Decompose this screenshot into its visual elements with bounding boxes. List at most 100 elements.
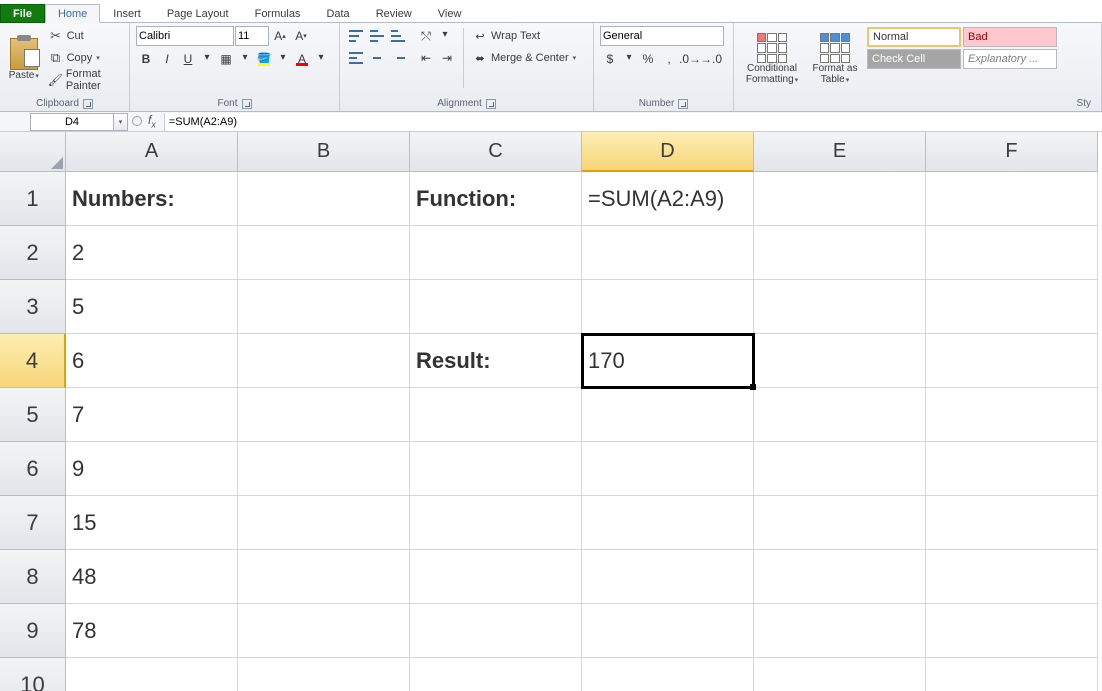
cell-A8[interactable]: 48 [66,550,238,604]
increase-indent-button[interactable]: ⇥ [437,48,457,68]
style-bad[interactable]: Bad [963,27,1057,47]
tab-insert[interactable]: Insert [100,4,154,23]
cell-D6[interactable] [582,442,754,496]
align-middle-button[interactable] [367,26,387,46]
style-explanatory[interactable]: Explanatory ... [963,49,1057,69]
bold-button[interactable]: B [136,49,156,69]
cell-C1[interactable]: Function: [410,172,582,226]
style-check-cell[interactable]: Check Cell [867,49,961,69]
tab-formulas[interactable]: Formulas [242,4,314,23]
name-box[interactable] [30,113,114,131]
cell-D7[interactable] [582,496,754,550]
cell-E9[interactable] [754,604,926,658]
row-header-4[interactable]: 4 [0,334,66,388]
cell-C8[interactable] [410,550,582,604]
cell-A7[interactable]: 15 [66,496,238,550]
cell-D3[interactable] [582,280,754,334]
align-bottom-button[interactable] [388,26,408,46]
accounting-format-button[interactable]: $ [600,49,620,69]
cell-B5[interactable] [238,388,410,442]
cell-C4[interactable]: Result: [410,334,582,388]
cell-B4[interactable] [238,334,410,388]
fx-button[interactable]: fx [144,113,160,129]
formula-input[interactable] [164,113,1102,131]
cell-D1[interactable]: =SUM(A2:A9) [582,172,754,226]
tab-data[interactable]: Data [313,4,362,23]
tab-file[interactable]: File [0,4,45,23]
cell-A5[interactable]: 7 [66,388,238,442]
formula-bar-handle[interactable] [132,116,142,126]
cell-E10[interactable] [754,658,926,691]
cell-B9[interactable] [238,604,410,658]
row-header-2[interactable]: 2 [0,226,66,280]
cell-E6[interactable] [754,442,926,496]
cell-A10[interactable] [66,658,238,691]
col-header-D[interactable]: D [582,132,754,172]
cell-C5[interactable] [410,388,582,442]
cell-A4[interactable]: 6 [66,334,238,388]
tab-review[interactable]: Review [363,4,425,23]
accounting-menu[interactable]: ▾ [621,49,637,65]
font-dialog-launcher[interactable] [242,99,252,109]
cell-C10[interactable] [410,658,582,691]
copy-button[interactable]: Copy▾ [46,48,123,68]
spreadsheet-grid[interactable]: ABCDEF1Numbers:Function:=SUM(A2:A9)22354… [0,132,1102,691]
shrink-font-button[interactable]: A▾ [291,26,311,46]
orientation-button[interactable]: ⤲ [416,26,436,46]
style-normal[interactable]: Normal [867,27,961,47]
percent-button[interactable]: % [638,49,658,69]
number-format-select[interactable] [600,26,724,46]
clipboard-dialog-launcher[interactable] [83,99,93,109]
cell-C3[interactable] [410,280,582,334]
cell-D2[interactable] [582,226,754,280]
row-header-8[interactable]: 8 [0,550,66,604]
decrease-decimal-button[interactable]: →.0 [701,49,721,69]
align-center-button[interactable] [367,48,387,68]
row-header-1[interactable]: 1 [0,172,66,226]
cell-A1[interactable]: Numbers: [66,172,238,226]
wrap-text-button[interactable]: ↩Wrap Text [470,26,578,46]
cell-D8[interactable] [582,550,754,604]
row-header-5[interactable]: 5 [0,388,66,442]
cell-D9[interactable] [582,604,754,658]
cell-F7[interactable] [926,496,1098,550]
cell-E4[interactable] [754,334,926,388]
cell-F5[interactable] [926,388,1098,442]
border-menu[interactable]: ▾ [237,49,253,65]
alignment-dialog-launcher[interactable] [486,99,496,109]
decrease-indent-button[interactable]: ⇤ [416,48,436,68]
cell-D10[interactable] [582,658,754,691]
cell-E3[interactable] [754,280,926,334]
cell-B6[interactable] [238,442,410,496]
tab-home[interactable]: Home [45,4,100,23]
increase-decimal-button[interactable]: .0→ [680,49,700,69]
underline-button[interactable]: U [178,49,198,69]
tab-page-layout[interactable]: Page Layout [154,4,242,23]
select-all-corner[interactable] [0,132,66,172]
cell-B2[interactable] [238,226,410,280]
col-header-C[interactable]: C [410,132,582,172]
cell-B10[interactable] [238,658,410,691]
cell-E8[interactable] [754,550,926,604]
cell-C7[interactable] [410,496,582,550]
cell-B8[interactable] [238,550,410,604]
grow-font-button[interactable]: A▴ [270,26,290,46]
align-left-button[interactable] [346,48,366,68]
cell-A9[interactable]: 78 [66,604,238,658]
cell-A3[interactable]: 5 [66,280,238,334]
cell-F6[interactable] [926,442,1098,496]
tab-view[interactable]: View [425,4,475,23]
cell-E7[interactable] [754,496,926,550]
paste-button[interactable]: Paste▾ [6,26,42,92]
align-right-button[interactable] [388,48,408,68]
cell-F4[interactable] [926,334,1098,388]
cell-C2[interactable] [410,226,582,280]
cell-D5[interactable] [582,388,754,442]
format-as-table-button[interactable]: Format as Table▾ [808,26,862,92]
cell-D4[interactable]: 170 [582,334,754,388]
font-size-input[interactable] [235,26,269,46]
cell-B3[interactable] [238,280,410,334]
number-dialog-launcher[interactable] [678,99,688,109]
row-header-9[interactable]: 9 [0,604,66,658]
italic-button[interactable]: I [157,49,177,69]
